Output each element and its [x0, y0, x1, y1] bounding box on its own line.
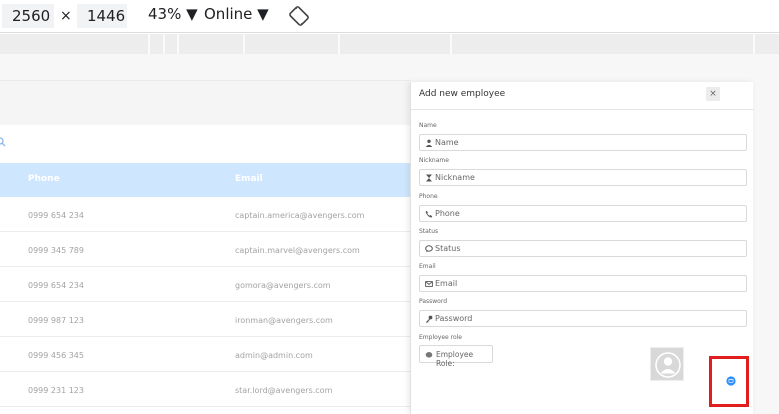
email-label: Email — [419, 263, 436, 270]
add-employee-modal: Add new employee × Name Name Nickname Ni… — [410, 82, 754, 414]
dimension-separator: × — [60, 8, 72, 24]
status-placeholder: Status — [435, 244, 461, 253]
nickname-label: Nickname — [419, 157, 449, 164]
chat-icon — [425, 245, 433, 253]
email-cell: star.lord@avengers.com — [235, 386, 333, 395]
media-query-marker — [450, 34, 452, 54]
status-field[interactable]: Status — [419, 240, 747, 257]
phone-field[interactable]: Phone — [419, 205, 747, 222]
chat-bubble-icon[interactable] — [726, 376, 736, 386]
modal-title: Add new employee — [419, 89, 506, 99]
column-header-email[interactable]: Email — [235, 174, 263, 184]
table-row[interactable]: 0999 345 789 captain.marvel@avengers.com — [0, 232, 410, 267]
email-cell: captain.marvel@avengers.com — [235, 246, 360, 255]
modal-divider — [411, 109, 754, 110]
phone-cell: 0999 654 234 — [28, 211, 84, 220]
email-cell: captain.america@avengers.com — [235, 211, 365, 220]
media-query-marker — [753, 34, 755, 54]
rotate-icon[interactable] — [289, 6, 309, 26]
device-toolbar: 2560 × 1446 43% ▼ Online ▼ — [0, 0, 779, 33]
employee-role-label: Employee role — [419, 334, 462, 341]
email-cell: admin@admin.com — [235, 351, 313, 360]
nickname-field[interactable]: Nickname — [419, 169, 747, 186]
width-input[interactable]: 2560 — [2, 4, 54, 28]
envelope-icon — [425, 281, 433, 287]
email-placeholder: Email — [435, 279, 458, 288]
zoom-dropdown[interactable]: 43% ▼ — [148, 5, 198, 23]
table-row[interactable]: 0999 987 123 ironman@avengers.com — [0, 302, 410, 337]
table-row[interactable]: 0999 654 234 captain.america@avengers.co… — [0, 197, 410, 232]
nickname-placeholder: Nickname — [435, 173, 475, 182]
table-row[interactable]: 0999 654 234 gomora@avengers.com — [0, 267, 410, 302]
phone-cell: 0999 654 234 — [28, 281, 84, 290]
user-icon — [425, 139, 433, 147]
password-field[interactable]: Password — [419, 310, 747, 327]
phone-cell: 0999 231 123 — [28, 386, 84, 395]
password-label: Password — [419, 298, 448, 305]
key-icon — [425, 315, 433, 323]
phone-cell: 0999 987 123 — [28, 316, 84, 325]
media-query-marker — [177, 34, 179, 54]
height-input[interactable]: 1446 — [77, 4, 127, 28]
close-button[interactable]: × — [706, 87, 720, 101]
avatar[interactable] — [650, 347, 684, 381]
table-header: Phone Email — [0, 163, 410, 197]
hourglass-icon — [426, 174, 432, 182]
table-row[interactable]: 0999 231 123 star.lord@avengers.com — [0, 372, 410, 407]
name-field[interactable]: Name — [419, 134, 747, 151]
highlight-box — [709, 356, 749, 407]
email-field[interactable]: Email — [419, 275, 747, 292]
email-cell: ironman@avengers.com — [235, 316, 333, 325]
avatar-placeholder-icon — [655, 352, 681, 378]
status-label: Status — [419, 228, 439, 235]
media-query-marker — [163, 34, 165, 54]
name-placeholder: Name — [435, 138, 459, 147]
phone-cell: 0999 345 789 — [28, 246, 84, 255]
phone-cell: 0999 456 345 — [28, 351, 84, 360]
page-header — [0, 80, 410, 125]
media-query-marker — [243, 34, 245, 54]
media-query-marker — [338, 34, 340, 54]
phone-label: Phone — [419, 193, 438, 200]
email-cell: gomora@avengers.com — [235, 281, 331, 290]
table-row[interactable]: 0999 456 345 admin@admin.com — [0, 337, 410, 372]
phone-icon — [425, 210, 433, 218]
name-label: Name — [419, 122, 437, 129]
column-header-phone[interactable]: Phone — [28, 174, 60, 184]
password-placeholder: Password — [435, 314, 473, 323]
employee-table: Phone Email 0999 654 234 captain.america… — [0, 125, 410, 414]
employee-role-placeholder: Employee Role: — [436, 350, 474, 368]
employee-role-select[interactable]: Employee Role: — [419, 345, 493, 368]
media-query-bar[interactable] — [0, 34, 779, 54]
media-query-marker — [148, 34, 150, 54]
network-throttle-dropdown[interactable]: Online ▼ — [204, 5, 269, 23]
search-icon[interactable] — [0, 137, 6, 147]
phone-placeholder: Phone — [435, 209, 460, 218]
chat-icon — [425, 352, 433, 358]
